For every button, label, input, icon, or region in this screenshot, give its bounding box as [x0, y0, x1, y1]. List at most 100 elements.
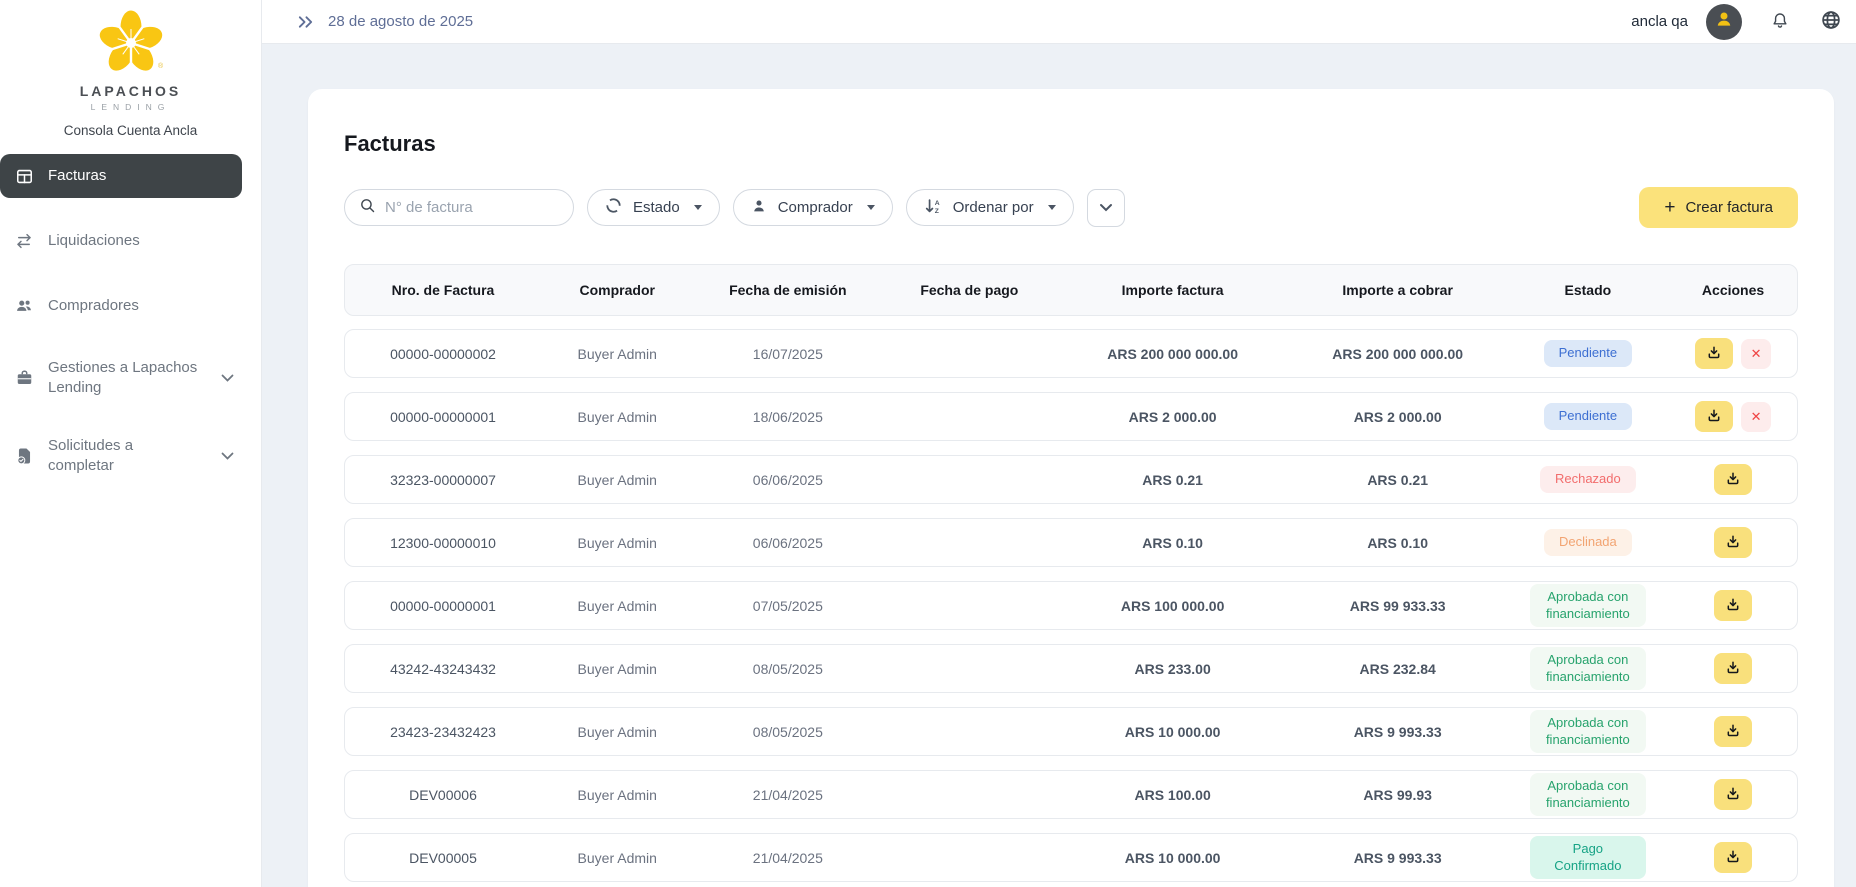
invoice-amount-cell: ARS 10 000.00: [1056, 724, 1288, 740]
svg-text:A: A: [935, 200, 940, 207]
download-invoice-button[interactable]: [1714, 653, 1752, 684]
sidebar-item-compradores[interactable]: Compradores: [0, 284, 242, 328]
filter-bar: Estado Comprador: [344, 187, 1798, 228]
ordenar-filter-label: Ordenar por: [953, 199, 1034, 216]
receivable-amount-cell: ARS 0.21: [1289, 472, 1507, 488]
issue-date-cell: 21/04/2025: [693, 787, 882, 803]
invoice-number-cell: 12300-00000010: [345, 535, 541, 551]
invoice-number-cell: 00000-00000001: [345, 409, 541, 425]
column-header: Fecha de pago: [882, 282, 1056, 298]
search-input[interactable]: [385, 199, 584, 216]
briefcase-icon: [14, 369, 34, 387]
download-icon: [1725, 597, 1741, 615]
globe-icon: [1820, 9, 1842, 34]
brand-name: LAPACHOS: [0, 83, 261, 99]
status-badge: Pendiente: [1544, 403, 1633, 430]
cancel-invoice-button[interactable]: ✕: [1741, 339, 1771, 369]
buyer-cell: Buyer Admin: [541, 535, 693, 551]
download-invoice-button[interactable]: [1714, 590, 1752, 621]
language-button[interactable]: [1820, 9, 1842, 34]
invoice-number-cell: 23423-23432423: [345, 724, 541, 740]
download-invoice-button[interactable]: [1695, 338, 1733, 369]
topbar: 28 de agosto de 2025 ancla qa: [262, 0, 1856, 44]
download-icon: [1725, 723, 1741, 741]
download-invoice-button[interactable]: [1714, 779, 1752, 810]
clipboard-check-icon: [14, 446, 34, 466]
status-badge: Pendiente: [1544, 340, 1633, 367]
more-filters-button[interactable]: [1087, 189, 1125, 227]
receivable-amount-cell: ARS 2 000.00: [1289, 409, 1507, 425]
buyer-icon: [751, 198, 767, 218]
invoices-table: Nro. de FacturaCompradorFecha de emisión…: [344, 264, 1798, 882]
table-row: 00000-00000002 Buyer Admin 16/07/2025 AR…: [344, 329, 1798, 378]
sidebar-item-label: Facturas: [48, 166, 106, 186]
table-row: DEV00006 Buyer Admin 21/04/2025 ARS 100.…: [344, 770, 1798, 819]
receivable-amount-cell: ARS 99 933.33: [1289, 598, 1507, 614]
actions-cell: [1669, 716, 1797, 747]
table-row: DEV00005 Buyer Admin 21/04/2025 ARS 10 0…: [344, 833, 1798, 882]
download-invoice-button[interactable]: [1714, 527, 1752, 558]
table-header: Nro. de FacturaCompradorFecha de emisión…: [344, 264, 1798, 316]
download-icon: [1725, 534, 1741, 552]
download-invoice-button[interactable]: [1714, 716, 1752, 747]
chevron-down-icon: [221, 447, 234, 464]
buyer-cell: Buyer Admin: [541, 850, 693, 866]
cancel-invoice-button[interactable]: ✕: [1741, 402, 1771, 432]
sidebar-item-label: Compradores: [48, 296, 139, 316]
ordenar-filter[interactable]: A Z Ordenar por: [906, 189, 1074, 226]
receivable-amount-cell: ARS 0.10: [1289, 535, 1507, 551]
notifications-button[interactable]: [1770, 10, 1790, 34]
column-header: Acciones: [1669, 282, 1797, 298]
issue-date-cell: 18/06/2025: [693, 409, 882, 425]
download-invoice-button[interactable]: [1714, 464, 1752, 495]
sidebar-item-facturas[interactable]: Facturas: [0, 154, 242, 198]
status-badge: Pago Confirmado: [1530, 836, 1646, 880]
status-badge: Aprobada con financiamiento: [1530, 584, 1646, 628]
issue-date-cell: 21/04/2025: [693, 850, 882, 866]
download-invoice-button[interactable]: [1714, 842, 1752, 873]
invoice-number-cell: 00000-00000002: [345, 346, 541, 362]
sidebar-nav: Facturas Liquidaciones: [0, 154, 261, 484]
console-label: Consola Cuenta Ancla: [0, 123, 261, 138]
create-invoice-label: Crear factura: [1685, 199, 1773, 216]
table-rows: 00000-00000002 Buyer Admin 16/07/2025 AR…: [344, 329, 1798, 882]
invoice-amount-cell: ARS 200 000 000.00: [1056, 346, 1288, 362]
avatar[interactable]: [1706, 4, 1742, 40]
status-cell: Pendiente: [1507, 340, 1670, 367]
brand-tagline: LENDING: [0, 102, 261, 112]
current-date: 28 de agosto de 2025: [328, 13, 473, 30]
issue-date-cell: 07/05/2025: [693, 598, 882, 614]
sidebar-item-liquidaciones[interactable]: Liquidaciones: [0, 219, 242, 263]
buyer-cell: Buyer Admin: [541, 472, 693, 488]
table-row: 12300-00000010 Buyer Admin 06/06/2025 AR…: [344, 518, 1798, 567]
sidebar-item-gestiones[interactable]: Gestiones a Lapachos Lending: [0, 349, 242, 406]
invoice-number-cell: DEV00006: [345, 787, 541, 803]
sidebar-collapse-button[interactable]: [297, 14, 314, 30]
download-invoice-button[interactable]: [1695, 401, 1733, 432]
estado-filter[interactable]: Estado: [587, 189, 720, 226]
page-content: Facturas: [262, 44, 1856, 887]
table-row: 23423-23432423 Buyer Admin 08/05/2025 AR…: [344, 707, 1798, 756]
search-icon: [359, 197, 376, 219]
transfer-icon: [14, 232, 34, 250]
issue-date-cell: 06/06/2025: [693, 535, 882, 551]
invoice-amount-cell: ARS 0.10: [1056, 535, 1288, 551]
svg-text:Z: Z: [935, 207, 939, 214]
comprador-filter[interactable]: Comprador: [733, 189, 893, 226]
status-cell: Aprobada con financiamiento: [1507, 773, 1670, 817]
status-cell: Declinada: [1507, 529, 1670, 556]
sidebar-item-solicitudes[interactable]: Solicitudes a completar: [0, 427, 242, 484]
invoice-amount-cell: ARS 100.00: [1056, 787, 1288, 803]
sort-az-icon: A Z: [924, 197, 942, 219]
create-invoice-button[interactable]: + Crear factura: [1639, 187, 1798, 228]
status-cell: Rechazado: [1507, 466, 1670, 493]
invoice-search[interactable]: [344, 189, 574, 226]
table-icon: [14, 167, 34, 186]
invoice-amount-cell: ARS 10 000.00: [1056, 850, 1288, 866]
actions-cell: ✕: [1669, 401, 1797, 432]
status-cell: Pago Confirmado: [1507, 836, 1670, 880]
issue-date-cell: 06/06/2025: [693, 472, 882, 488]
username: ancla qa: [1631, 13, 1688, 30]
column-header: Comprador: [541, 282, 693, 298]
brand-logo: ® LAPACHOS LENDING Consola Cuenta Ancla: [0, 0, 261, 138]
